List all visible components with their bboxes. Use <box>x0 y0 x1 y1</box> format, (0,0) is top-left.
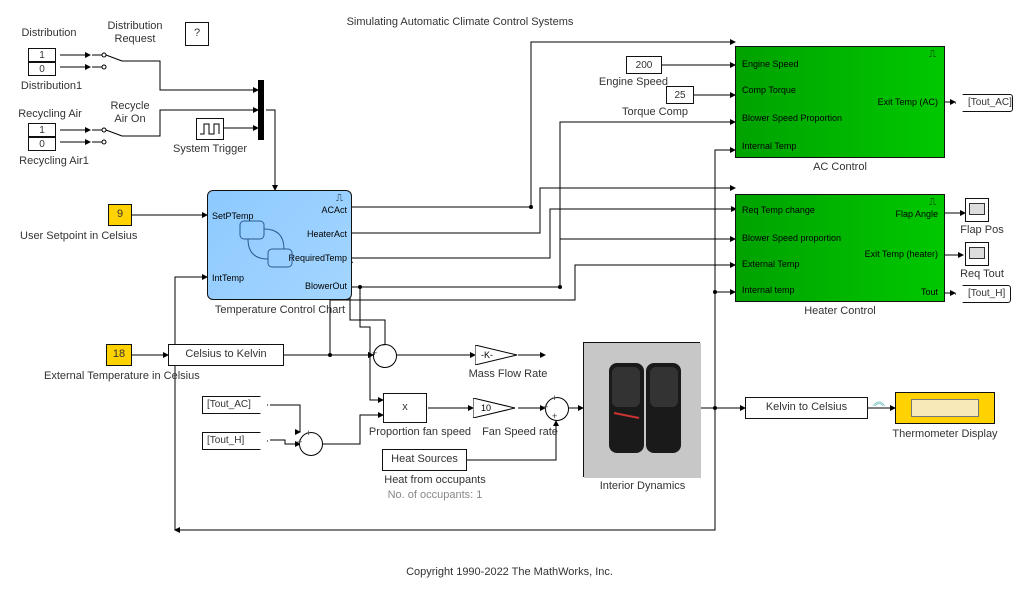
recycling-label: Recycling Air <box>10 108 90 121</box>
heater-control-label: Heater Control <box>735 305 945 318</box>
ext-temp-const[interactable]: 18 <box>106 344 132 366</box>
celsius-to-kelvin-block[interactable]: Celsius to Kelvin <box>168 344 284 366</box>
svg-text:-K-: -K- <box>481 350 493 360</box>
engine-speed-label: Engine Speed <box>576 76 668 89</box>
engine-speed-const[interactable]: 200 <box>626 56 662 74</box>
mass-flow-gain[interactable]: -K- <box>475 345 519 368</box>
ac-port-internal: Internal Temp <box>742 141 796 152</box>
wireless-icon <box>872 396 886 408</box>
rec-switch[interactable] <box>92 123 132 153</box>
flap-pos-scope[interactable] <box>965 198 989 222</box>
heat-sources-name: Heat Sources <box>391 453 458 466</box>
trigger-icon: ⎍ <box>336 193 343 205</box>
svg-text:10: 10 <box>481 403 491 413</box>
proportion-fan-product[interactable]: x <box>383 393 427 423</box>
display-screen <box>911 399 979 416</box>
diagram-canvas: Simulating Automatic Climate Control Sys… <box>0 0 1019 590</box>
dist-const-0[interactable]: 0 <box>28 62 56 76</box>
prop-fan-op: x <box>402 401 408 414</box>
heat-sources-label: Heat from occupants <box>365 474 505 487</box>
mux[interactable] <box>258 80 264 140</box>
tcc-port-acact: ACAct <box>321 205 347 216</box>
ac-port-blower: Blower Speed Proportion <box>742 113 842 124</box>
ext-temp-value: 18 <box>113 348 125 361</box>
diagram-title: Simulating Automatic Climate Control Sys… <box>300 16 620 29</box>
pulse-icon <box>199 122 221 136</box>
heater-port-ext: External Temp <box>742 259 799 270</box>
system-trigger-block[interactable] <box>196 118 224 140</box>
from-tout-h[interactable]: [Tout_H] <box>202 432 268 450</box>
rec1-label: Recycling Air1 <box>10 155 98 168</box>
user-setpoint-const[interactable]: 9 <box>108 204 132 226</box>
heat-sources-block[interactable]: Heat Sources <box>382 449 467 471</box>
fan-speed-label: Fan Speed rate <box>470 426 570 439</box>
thermometer-label: Thermometer Display <box>885 428 1005 441</box>
trigger-icon: ⎍ <box>929 197 936 209</box>
goto-tout-h[interactable]: [Tout_H] <box>955 285 1011 303</box>
trigger-icon: ⎍ <box>929 49 936 61</box>
dist1-label: Distribution1 <box>14 80 89 93</box>
heater-port-int: Internal temp <box>742 285 795 296</box>
torque-comp-const[interactable]: 25 <box>666 86 694 104</box>
dist-switch[interactable] <box>92 48 132 78</box>
tcc-label: Temperature Control Chart <box>200 304 360 317</box>
temperature-control-chart[interactable]: ⎍ SetPTemp IntTemp ACAct HeaterAct Requi… <box>207 190 352 300</box>
heater-port-tout: Tout <box>921 287 938 298</box>
interior-dynamics-block[interactable] <box>583 342 700 477</box>
from-tout-ac[interactable]: [Tout_AC] <box>202 396 268 414</box>
heater-control-block[interactable]: ⎍ Req Temp change Blower Speed proportio… <box>735 194 945 302</box>
help-label: ? <box>194 27 200 40</box>
ac-port-exit: Exit Temp (AC) <box>878 97 938 108</box>
tcc-port-blowerout: BlowerOut <box>305 281 347 292</box>
req-tout-scope[interactable] <box>965 242 989 266</box>
sum-mass-flow[interactable]: +− <box>373 344 397 368</box>
mass-flow-label: Mass Flow Rate <box>458 368 558 381</box>
heater-port-exit: Exit Temp (heater) <box>865 249 938 260</box>
sum-temps[interactable]: ++ <box>299 432 323 456</box>
distribution-label: Distribution <box>14 27 84 40</box>
distribution-request-label: Distribution Request <box>95 20 175 46</box>
ac-port-comp-torque: Comp Torque <box>742 85 796 96</box>
rec-const-0[interactable]: 0 <box>28 137 56 151</box>
tcc-port-heateract: HeaterAct <box>307 229 347 240</box>
kelvin-to-celsius-block[interactable]: Kelvin to Celsius <box>745 397 868 419</box>
stateflow-icon <box>238 219 298 279</box>
flap-pos-label: Flap Pos <box>956 224 1008 237</box>
prop-fan-label: Proportion fan speed <box>360 426 480 439</box>
sum-interior[interactable]: +++ <box>545 397 569 421</box>
copyright: Copyright 1990-2022 The MathWorks, Inc. <box>0 566 1019 579</box>
interior-dynamics-label: Interior Dynamics <box>585 480 700 493</box>
ac-control-block[interactable]: ⎍ Engine Speed Comp Torque Blower Speed … <box>735 46 945 158</box>
dist-const-1[interactable]: 1 <box>28 48 56 62</box>
goto-tout-ac[interactable]: [Tout_AC] <box>955 94 1013 112</box>
heater-port-flap: Flap Angle <box>895 209 938 220</box>
thermometer-display[interactable] <box>895 392 995 424</box>
c2k-label: Celsius to Kelvin <box>185 348 266 361</box>
user-setpoint-value: 9 <box>117 208 123 221</box>
rec-const-1[interactable]: 1 <box>28 123 56 137</box>
torque-comp-label: Torque Comp <box>596 106 688 119</box>
heat-sources-occupants: No. of occupants: 1 <box>365 489 505 502</box>
k2c-label: Kelvin to Celsius <box>766 401 847 414</box>
system-trigger-label: System Trigger <box>150 143 270 156</box>
heater-port-req: Req Temp change <box>742 205 815 216</box>
heater-port-blower: Blower Speed proportion <box>742 233 841 244</box>
req-tout-label: Req Tout <box>952 268 1012 281</box>
ac-control-label: AC Control <box>735 161 945 174</box>
help-button[interactable]: ? <box>185 22 209 46</box>
ac-port-engine-speed: Engine Speed <box>742 59 799 70</box>
user-setpoint-label: User Setpoint in Celsius <box>20 230 220 243</box>
ext-temp-label: External Temperature in Celsius <box>44 370 234 383</box>
car-interior-icon <box>584 343 701 478</box>
fan-speed-gain[interactable]: 10 <box>473 398 517 421</box>
